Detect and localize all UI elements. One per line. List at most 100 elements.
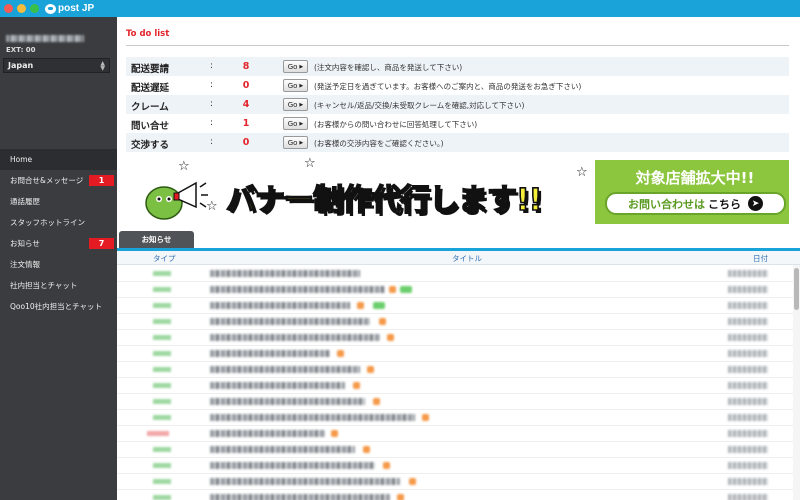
table-row[interactable] [117, 490, 793, 500]
column-header-type: タイプ [153, 254, 176, 263]
sidebar-item-qoo10-chat[interactable]: Qoo10社内担当とチャット [0, 296, 117, 317]
sidebar-item-home[interactable]: Home [0, 149, 117, 170]
sidebar-item-staff-hotline[interactable]: スタッフホットライン [0, 212, 117, 233]
table-row[interactable] [117, 314, 793, 330]
country-select[interactable]: Japan ▲ ▼ [3, 58, 110, 73]
todo-count: 0 [242, 80, 250, 91]
new-badge-icon [357, 302, 364, 309]
todo-description: (発送予定日を過ぎています。お客様へのご案内と、商品の発送をお急ぎ下さい) [314, 82, 582, 91]
promo-banner[interactable]: ☆ ☆ ☆ ☆ バナー制作代行します!! 対象店舗拡大中!! お問い合わせは こち… [126, 157, 789, 229]
select-updown-icon: ▲ ▼ [100, 60, 105, 72]
unread-count-badge: 7 [89, 238, 114, 249]
new-badge-icon [363, 446, 370, 453]
extension-label: EXT: 00 [6, 46, 36, 54]
type-cell-redacted [153, 319, 171, 324]
title-cell-redacted [210, 414, 415, 421]
table-row[interactable] [117, 410, 793, 426]
sidebar-item-label: 通話履歴 [10, 197, 40, 206]
column-header-title: タイトル [452, 254, 482, 263]
todo-description: (お客様からの問い合わせに回答処理して下さい) [314, 120, 478, 129]
table-row[interactable] [117, 282, 793, 298]
star-icon: ☆ [576, 165, 588, 180]
todo-table: 配送要請 : 8 Go ▶ (注文内容を確認し、商品を発送して下さい) 配送遅延 … [126, 57, 789, 152]
table-row[interactable] [117, 442, 793, 458]
country-select-value: Japan [8, 61, 34, 70]
cta-accent: こちら [708, 197, 741, 211]
table-row[interactable] [117, 298, 793, 314]
title-cell-redacted [210, 318, 370, 325]
todo-colon: : [210, 61, 214, 71]
table-row[interactable] [117, 474, 793, 490]
sidebar-item-label: Home [10, 155, 33, 164]
zoom-window-button[interactable] [30, 4, 39, 13]
title-cell-redacted [210, 430, 325, 437]
todo-description: (キャンセル/返品/交換/未受取クレームを確認,対応して下さい) [314, 101, 525, 110]
scrollbar-thumb[interactable] [794, 268, 799, 310]
sidebar-item-order-info[interactable]: 注文情報 [0, 254, 117, 275]
date-cell-redacted [728, 414, 768, 421]
go-button[interactable]: Go ▶ [283, 136, 308, 149]
tab-notices[interactable]: お知らせ [119, 231, 194, 248]
sidebar-item-notices[interactable]: お知らせ 7 [0, 233, 117, 254]
notice-tag-icon [400, 286, 412, 293]
date-cell-redacted [728, 446, 768, 453]
banner-panel-title: 対象店舗拡大中!! [635, 169, 755, 187]
go-button[interactable]: Go ▶ [283, 79, 308, 92]
title-cell-redacted [210, 462, 375, 469]
close-window-button[interactable] [4, 4, 13, 13]
new-badge-icon [397, 494, 404, 500]
go-button-label: Go [287, 62, 298, 71]
notice-table-header: タイプ タイトル 日付 [117, 251, 800, 265]
app-title: post JP [58, 3, 95, 14]
table-row[interactable] [117, 378, 793, 394]
title-cell-redacted [210, 302, 350, 309]
table-row[interactable] [117, 426, 793, 442]
table-row[interactable] [117, 458, 793, 474]
title-bar: post JP [0, 0, 800, 17]
sidebar-nav: Home お問合せ&メッセージ 1 通話履歴 スタッフホットライン お知らせ 7… [0, 149, 117, 317]
new-badge-icon [387, 334, 394, 341]
type-cell-redacted [153, 351, 171, 356]
sidebar-item-call-history[interactable]: 通話履歴 [0, 191, 117, 212]
title-cell-redacted [210, 398, 365, 405]
table-row[interactable] [117, 362, 793, 378]
date-cell-redacted [728, 350, 768, 357]
todo-colon: : [210, 99, 214, 109]
sidebar-item-label: 社内担当とチャット [10, 281, 78, 290]
table-row[interactable] [117, 330, 793, 346]
cta-prefix: お問い合わせは [628, 197, 705, 211]
go-button-label: Go [287, 100, 298, 109]
type-cell-redacted [153, 495, 171, 500]
table-row[interactable] [117, 266, 793, 282]
date-cell-redacted [728, 430, 768, 437]
title-cell-redacted [210, 478, 400, 485]
minimize-window-button[interactable] [17, 4, 26, 13]
qpost-logo-icon [45, 3, 56, 14]
todo-colon: : [210, 137, 214, 147]
type-cell-redacted [153, 447, 171, 452]
sidebar-item-inquiries-messages[interactable]: お問合せ&メッセージ 1 [0, 170, 117, 191]
todo-colon: : [210, 118, 214, 128]
notice-scrollbar[interactable] [793, 265, 800, 500]
contact-cta-button[interactable]: お問い合わせは こちら ➤ [605, 192, 786, 215]
todo-row-negotiation: 交渉する : 0 Go ▶ (お客様の交渉内容をご確認ください。) [126, 133, 789, 152]
arrow-right-icon: ➤ [748, 196, 763, 211]
go-button[interactable]: Go ▶ [283, 98, 308, 111]
new-badge-icon [409, 478, 416, 485]
title-cell-redacted [210, 446, 355, 453]
triangle-right-icon: ▶ [299, 139, 304, 146]
go-button[interactable]: Go ▶ [283, 117, 308, 130]
todo-count: 8 [242, 61, 250, 72]
go-button[interactable]: Go ▶ [283, 60, 308, 73]
table-row[interactable] [117, 346, 793, 362]
sidebar-item-label: Qoo10社内担当とチャット [10, 302, 103, 311]
title-cell-redacted [210, 494, 390, 500]
title-cell-redacted [210, 350, 330, 357]
divider [126, 45, 789, 46]
title-cell-redacted [210, 366, 360, 373]
banner-headline: バナー制作代行します!! [225, 182, 543, 219]
sidebar-item-internal-chat[interactable]: 社内担当とチャット [0, 275, 117, 296]
new-badge-icon [337, 350, 344, 357]
table-row[interactable] [117, 394, 793, 410]
title-cell-redacted [210, 382, 345, 389]
